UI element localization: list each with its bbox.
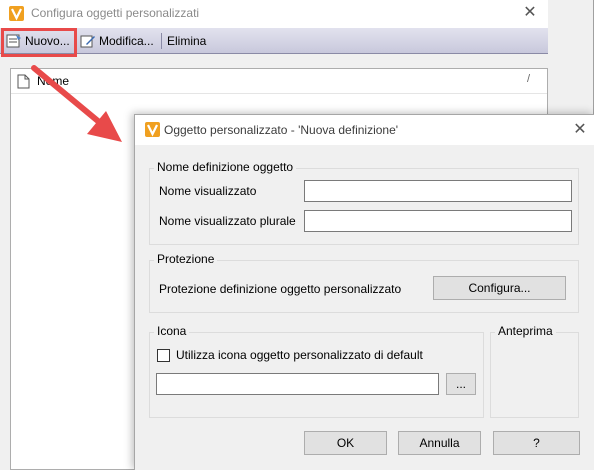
configure-button[interactable]: Configura... [433, 276, 566, 300]
icon-path-input[interactable] [156, 373, 439, 395]
back-window-title: Configura oggetti personalizzati [31, 6, 200, 20]
close-icon[interactable]: ✕ [570, 120, 590, 140]
close-icon[interactable]: ✕ [519, 3, 541, 23]
custom-object-dialog: Oggetto personalizzato - 'Nuova definizi… [134, 114, 594, 470]
plural-name-label: Nome visualizzato plurale [159, 214, 296, 228]
delete-button[interactable]: Elimina [167, 33, 206, 49]
app-logo-icon [9, 6, 24, 21]
name-column-header[interactable]: Nome [37, 74, 69, 88]
protection-description: Protezione definizione oggetto personali… [159, 282, 402, 296]
help-button[interactable]: ? [493, 431, 580, 455]
delete-button-label: Elimina [167, 34, 207, 48]
dialog-title: Oggetto personalizzato - 'Nuova definizi… [164, 123, 399, 137]
toolbar-separator [161, 33, 162, 49]
edit-button-label: Modifica... [99, 34, 154, 48]
default-icon-checkbox-label: Utilizza icona oggetto personalizzato di… [176, 348, 423, 362]
preview-group-label: Anteprima [495, 324, 556, 338]
app-logo-icon [145, 122, 160, 137]
back-window-titlebar: Configura oggetti personalizzati ✕ [0, 0, 548, 28]
display-name-label: Nome visualizzato [159, 184, 257, 198]
edit-button[interactable]: Modifica... [80, 33, 154, 49]
browse-button[interactable]: ... [446, 373, 476, 395]
preview-group: Anteprima [490, 324, 579, 418]
name-definition-group-label: Nome definizione oggetto [154, 160, 297, 174]
default-icon-checkbox[interactable] [157, 349, 170, 362]
dialog-titlebar: Oggetto personalizzato - 'Nuova definizi… [135, 115, 594, 145]
new-button-highlight [1, 28, 77, 57]
toolbar: Nuovo... Modifica... Elimina [0, 28, 548, 54]
display-name-input[interactable] [304, 180, 572, 202]
edit-icon [80, 35, 95, 48]
cancel-button[interactable]: Annulla [398, 431, 481, 455]
ok-button[interactable]: OK [304, 431, 387, 455]
protection-group-label: Protezione [154, 252, 218, 266]
list-header: Nome / [11, 69, 547, 94]
plural-name-input[interactable] [304, 210, 572, 232]
sort-indicator: / [527, 73, 531, 85]
document-icon [17, 74, 30, 89]
icon-group-label: Icona [154, 324, 190, 338]
